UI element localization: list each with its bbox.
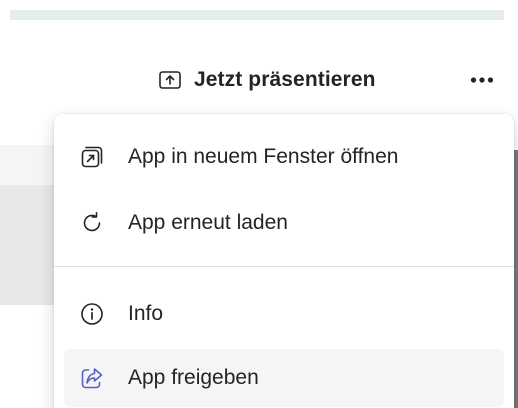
more-options-button[interactable] xyxy=(462,64,502,96)
share-icon xyxy=(80,366,104,390)
top-banner-strip xyxy=(10,10,504,20)
background-content-panel xyxy=(0,145,56,305)
menu-item-label: App in neuem Fenster öffnen xyxy=(128,145,399,168)
menu-item-label: App erneut laden xyxy=(128,211,288,234)
present-now-button[interactable]: Jetzt präsentieren xyxy=(158,64,376,96)
open-in-new-window-icon xyxy=(80,145,104,169)
menu-item-label: App freigeben xyxy=(128,366,259,389)
info-icon xyxy=(80,302,104,326)
share-screen-icon xyxy=(158,68,182,92)
reload-icon xyxy=(80,211,104,235)
menu-item-share-app[interactable]: App freigeben xyxy=(64,349,504,407)
context-menu: App in neuem Fenster öffnen App erneut l… xyxy=(54,114,514,408)
more-horizontal-icon xyxy=(470,71,494,89)
menu-item-open-in-new-window[interactable]: App in neuem Fenster öffnen xyxy=(64,128,504,186)
menu-item-reload-app[interactable]: App erneut laden xyxy=(64,194,504,252)
app-toolbar: Jetzt präsentieren xyxy=(150,60,510,100)
menu-item-info[interactable]: Info xyxy=(64,285,504,343)
present-now-label: Jetzt präsentieren xyxy=(194,68,376,91)
menu-item-label: Info xyxy=(128,302,164,325)
app-container: Jetzt präsentieren App in neuem Fenster … xyxy=(0,0,518,408)
menu-divider xyxy=(54,266,514,267)
